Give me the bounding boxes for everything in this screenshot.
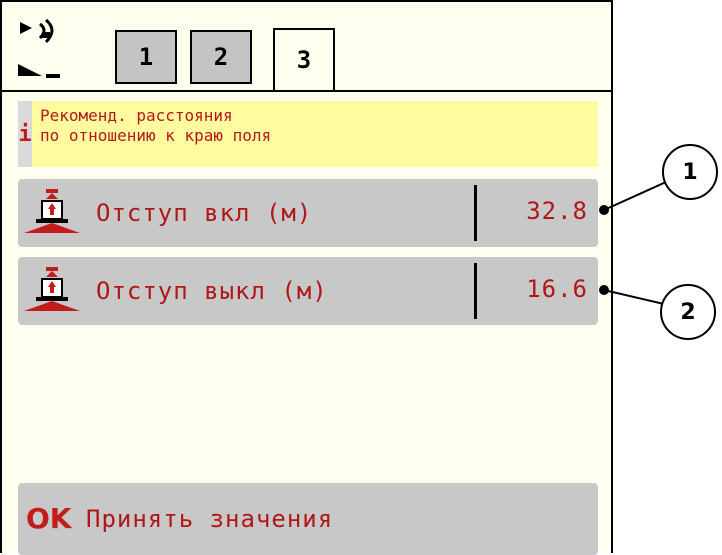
spread-side-icon [18,64,60,78]
tab-2[interactable]: 2 [190,30,252,84]
ok-icon: OK [26,502,72,535]
status-icons [18,18,98,88]
terminal-screen: 1 2 3 i Рекоменд. расстояния по отношени… [0,0,613,555]
callout-2: 2 [660,284,716,340]
param-row-distance-on[interactable]: Отступ вкл (м) 32.8 [18,179,598,247]
callout-1: 1 [662,144,718,200]
param-label: Отступ выкл (м) [96,277,328,305]
param-separator [474,185,477,241]
info-box: i Рекоменд. расстояния по отношению к кр… [18,101,598,167]
param-separator [474,263,477,319]
param-value: 16.6 [526,275,588,303]
tab-3[interactable]: 3 [273,28,335,90]
accept-values-label: Принять значения [86,505,334,533]
spreader-off-icon [24,267,80,311]
param-row-distance-off[interactable]: Отступ выкл (м) 16.6 [18,257,598,325]
tab-1[interactable]: 1 [115,30,177,84]
param-value: 32.8 [526,197,588,225]
tab-divider [2,90,611,92]
spreader-on-icon [24,189,80,233]
accept-values-button[interactable]: OK Принять значения [18,483,598,555]
info-icon: i [18,101,32,167]
info-text: Рекоменд. расстояния по отношению к краю… [40,106,272,145]
param-label: Отступ вкл (м) [96,199,313,227]
